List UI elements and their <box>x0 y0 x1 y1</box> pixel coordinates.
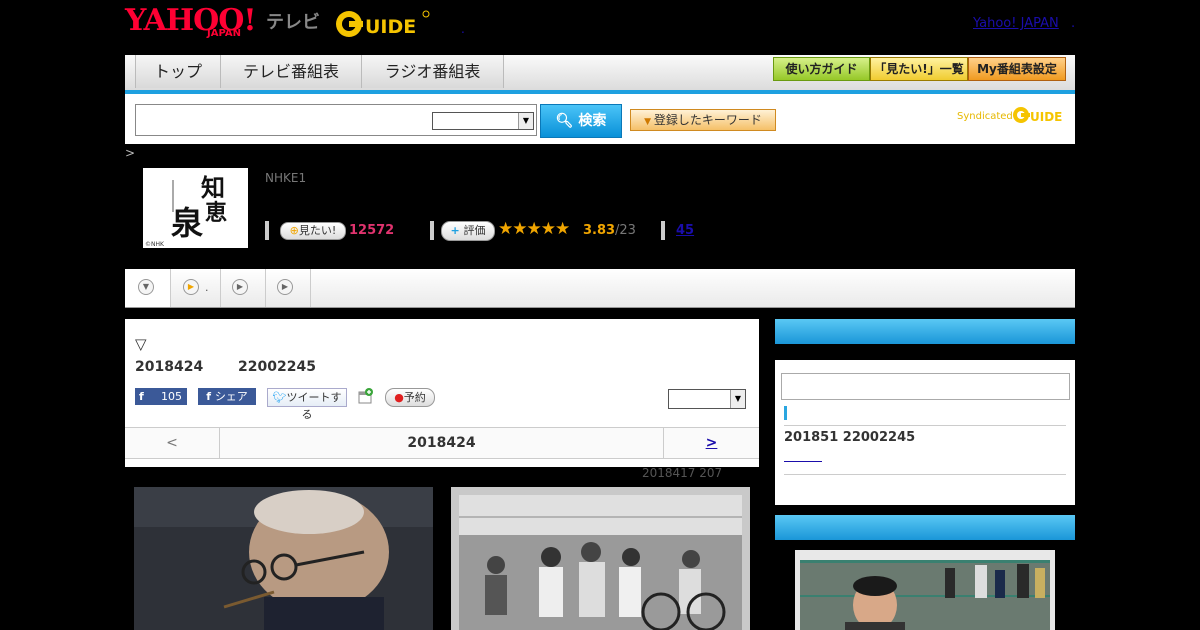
header-separator-dot: . <box>461 22 465 36</box>
related-program-photo[interactable] <box>795 550 1055 630</box>
facebook-like-button[interactable]: f 105 <box>135 388 187 405</box>
air-date: 2018424 <box>135 359 204 375</box>
air-time: 22002245 <box>238 359 316 375</box>
search-category-select[interactable]: ▼ <box>432 112 534 130</box>
sidebar-box-related <box>775 515 1075 630</box>
triangle-down-icon: ▼ <box>644 117 654 127</box>
header-dot: . <box>1071 16 1076 31</box>
nav-tab-tv-listings[interactable]: テレビ番組表 <box>220 55 362 88</box>
play-icon: ▶ <box>232 279 248 295</box>
sidebar-next-date: 201851 22002245 <box>784 430 916 445</box>
divider <box>265 221 269 240</box>
gguide-syndicated-logo: UIDE <box>1013 107 1062 124</box>
play-icon: ▶ <box>277 279 293 295</box>
tweet-button[interactable]: 🐦︎ツイートする <box>267 388 347 421</box>
divider <box>784 474 1066 475</box>
program-photo-elderly-man <box>134 487 433 630</box>
facebook-icon: f <box>206 390 215 403</box>
yahoo-japan-link[interactable]: Yahoo! JAPAN <box>973 16 1059 31</box>
svg-text:泉: 泉 <box>171 204 203 242</box>
program-photo-factory <box>451 487 750 630</box>
program-thumbnail: 知 恵 泉 ©NHK <box>143 168 248 248</box>
chevron-down-icon: ▼ <box>518 113 533 129</box>
mitai-list-button[interactable]: 「見たい!」一覧 <box>870 57 968 81</box>
channel-name: NHKE1 <box>265 171 307 185</box>
plus-icon: ⊕ <box>289 224 299 237</box>
my-listings-settings-button[interactable]: My番組表設定 <box>968 57 1066 81</box>
sidebar-input[interactable] <box>781 373 1070 400</box>
subtab-3[interactable]: ▶ <box>266 269 311 307</box>
rating-stars: ★★★★★ <box>498 219 570 239</box>
rating-value: 3.83 <box>583 223 616 238</box>
pager-current-date: 2018424 <box>407 435 476 451</box>
sidebar-box-header <box>775 319 1075 344</box>
rating-count: /23 <box>615 223 636 238</box>
subtab-video[interactable]: ▶ . <box>171 269 221 307</box>
play-icon: ▶ <box>183 279 199 295</box>
mitai-count: 12572 <box>349 223 395 238</box>
sidebar-box-header <box>775 515 1075 540</box>
twitter-bird-icon: 🐦︎ <box>272 391 287 404</box>
reserve-recording-button[interactable]: ●予約 <box>385 388 435 407</box>
add-calendar-icon[interactable] <box>357 388 373 404</box>
gguide-logo[interactable]: UIDE <box>335 8 431 40</box>
previous-broadcast-note: 2018417 207 <box>642 466 723 480</box>
svg-text:©NHK: ©NHK <box>145 241 165 248</box>
yahoo-japan-sublogo: JAPAN <box>207 28 241 39</box>
guide-button[interactable]: 使い方ガイド <box>773 57 870 81</box>
review-count-link[interactable]: 45 <box>676 223 694 238</box>
sidebar-box-subheader <box>775 344 1075 360</box>
search-icon: 🔍︎ <box>555 113 579 129</box>
facebook-share-button[interactable]: f シェア <box>198 388 256 405</box>
facebook-icon: f <box>139 390 144 403</box>
search-bar: ▼ 🔍︎ 検索 ▼ 登録したキーワード Syndicated UIDE <box>125 94 1075 144</box>
program-title-calligraphy: 知 恵 泉 ©NHK <box>145 173 227 248</box>
svg-text:恵: 恵 <box>205 200 227 226</box>
sidebar-marker <box>784 406 787 420</box>
sidebar-link[interactable] <box>784 452 822 462</box>
breadcrumb[interactable]: > <box>125 146 135 160</box>
syndicated-label: Syndicated <box>957 111 1013 122</box>
program-detail-panel: ▽ 2018424 22002245 f 105 f シェア 🐦︎ツイートする … <box>125 319 759 467</box>
plus-icon: + <box>450 224 464 237</box>
svg-text:UIDE: UIDE <box>1030 110 1062 124</box>
program-subtabs: ▼ ▶ . ▶ ▶ <box>125 269 1075 308</box>
nav-tab-radio-listings[interactable]: ラジオ番組表 <box>361 55 504 88</box>
global-nav: トップ テレビ番組表 ラジオ番組表 使い方ガイド 「見たい!」一覧 My番組表設… <box>125 55 1075 94</box>
chevron-down-icon: ▼ <box>138 279 154 295</box>
registered-keywords-button[interactable]: ▼ 登録したキーワード <box>630 109 776 131</box>
search-button[interactable]: 🔍︎ 検索 <box>540 104 622 138</box>
svg-text:知: 知 <box>201 173 225 202</box>
chevron-down-icon: ▼ <box>730 390 745 408</box>
sidebar-box-next-broadcast: 201851 22002245 <box>775 319 1075 505</box>
episode-pager: < 2018424 > <box>125 427 759 459</box>
divider <box>430 221 434 240</box>
divider <box>784 425 1066 426</box>
nav-tab-top[interactable]: トップ <box>135 55 221 88</box>
subtab-2[interactable]: ▶ <box>221 269 266 307</box>
subtab-info[interactable]: ▼ <box>125 269 171 307</box>
mitai-button[interactable]: ⊕見たい! <box>280 222 346 240</box>
section-marker: ▽ <box>135 335 147 353</box>
record-dot-icon: ● <box>394 391 404 404</box>
tv-logo: テレビ <box>266 12 320 33</box>
pager-prev[interactable]: < <box>125 428 220 458</box>
divider <box>661 221 665 240</box>
broadcast-select[interactable]: ▼ <box>668 389 746 409</box>
svg-text:UIDE: UIDE <box>365 16 416 38</box>
rate-button[interactable]: + 評価 <box>441 221 495 241</box>
pager-next[interactable]: > <box>663 428 759 458</box>
